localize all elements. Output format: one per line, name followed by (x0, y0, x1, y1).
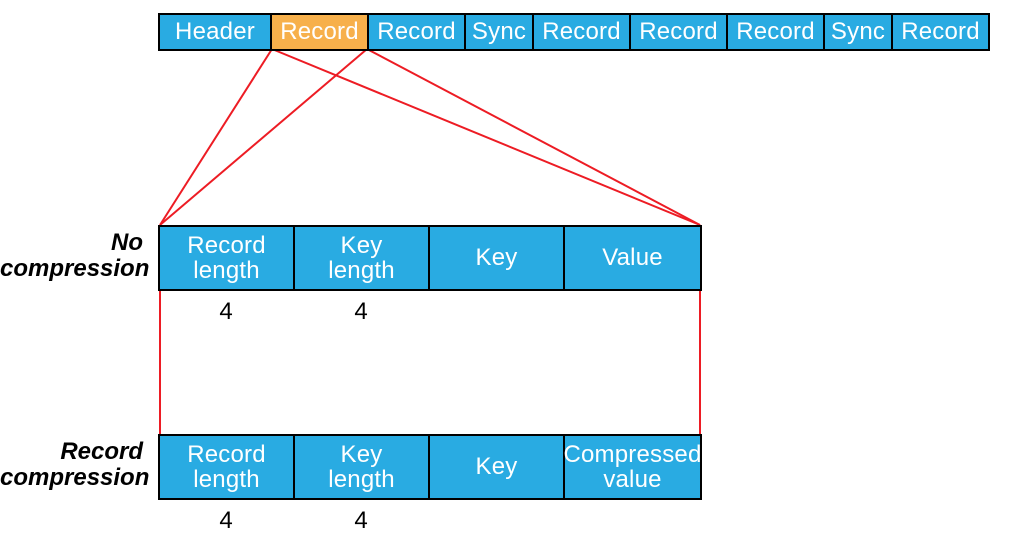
nocomp-cell-key: Key (428, 225, 565, 291)
nocomp-bytes-key-length: 4 (341, 298, 381, 326)
reccomp-cell-record-length: Record length (158, 434, 295, 500)
reccomp-cell-key: Key (428, 434, 565, 500)
top-cell-sync: Sync (823, 13, 893, 51)
top-cell-record: Record (891, 13, 990, 51)
reccomp-cell-key-length: Key length (293, 434, 430, 500)
top-cell-header: Header (158, 13, 272, 51)
top-cell-record: Record (726, 13, 825, 51)
diagram-stage: Header Record Record Sync Record Record … (0, 0, 1024, 542)
reccomp-cell-compressed-value: Compressed value (563, 434, 702, 500)
label-no-compression: No compression (0, 230, 143, 283)
label-record-compression: Record compression (0, 439, 143, 492)
top-cell-record: Record (532, 13, 631, 51)
reccomp-bytes-record-length: 4 (206, 507, 246, 535)
nocomp-cell-value: Value (563, 225, 702, 291)
reccomp-bytes-key-length: 4 (341, 507, 381, 535)
top-cell-record-highlighted: Record (270, 13, 369, 51)
top-cell-record: Record (367, 13, 466, 51)
top-cell-record: Record (629, 13, 728, 51)
top-cell-sync: Sync (464, 13, 534, 51)
nocomp-bytes-record-length: 4 (206, 298, 246, 326)
nocomp-cell-record-length: Record length (158, 225, 295, 291)
nocomp-cell-key-length: Key length (293, 225, 430, 291)
